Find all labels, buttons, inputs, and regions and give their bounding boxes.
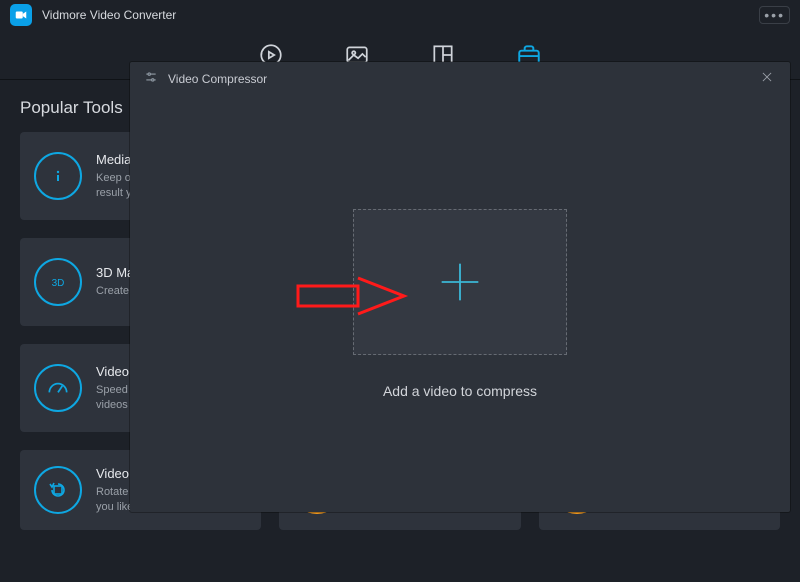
app-name: Vidmore Video Converter	[42, 8, 176, 22]
modal-body: Add a video to compress	[130, 96, 790, 512]
modal-title: Video Compressor	[168, 72, 267, 86]
sliders-icon	[144, 70, 158, 89]
titlebar: Vidmore Video Converter •••	[0, 0, 800, 30]
video-compressor-modal: Video Compressor Add a video to compress	[130, 62, 790, 512]
speed-icon	[34, 364, 82, 412]
dropzone-label: Add a video to compress	[383, 383, 537, 399]
add-video-dropzone[interactable]	[353, 209, 567, 355]
logo-icon	[14, 8, 28, 22]
menu-more-icon[interactable]: •••	[759, 6, 790, 24]
close-icon	[760, 70, 774, 84]
close-button[interactable]	[758, 70, 776, 89]
plus-icon	[438, 260, 482, 304]
three-d-icon: 3D	[34, 258, 82, 306]
info-icon	[34, 152, 82, 200]
modal-header: Video Compressor	[130, 62, 790, 96]
svg-text:3D: 3D	[52, 278, 65, 289]
rotate-icon	[34, 466, 82, 514]
app-logo	[10, 4, 32, 26]
